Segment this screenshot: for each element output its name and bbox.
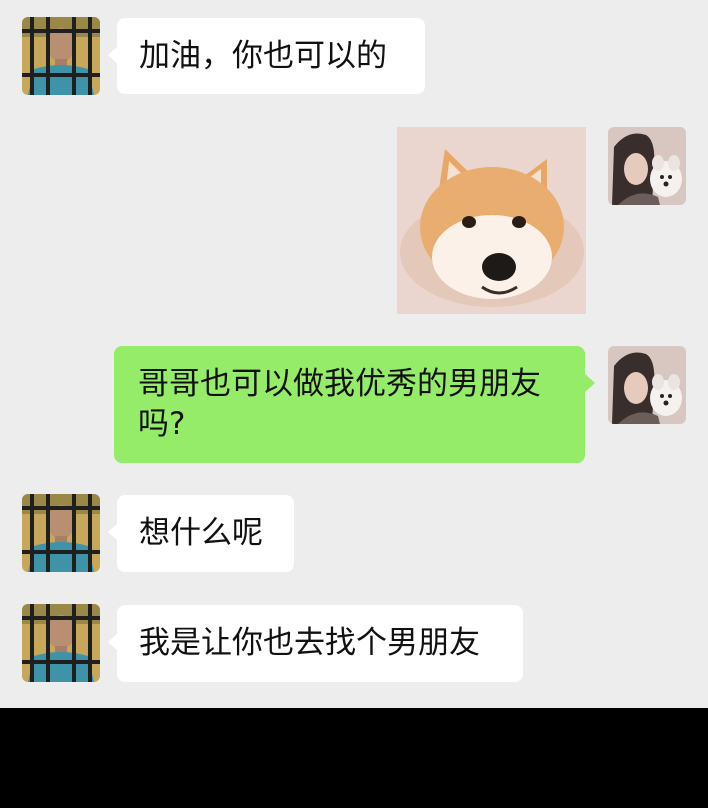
prison-man-avatar-image <box>22 17 100 95</box>
prison-man-avatar[interactable] <box>22 17 100 95</box>
prison-man-avatar[interactable] <box>22 494 100 572</box>
girl-with-dog-avatar-image <box>608 346 686 424</box>
message-bubble[interactable]: 哥哥也可以做我优秀的男朋友吗? <box>114 346 595 463</box>
shiba-inu-sticker-image <box>397 127 586 314</box>
message-text: 哥哥也可以做我优秀的男朋友吗? <box>138 366 541 442</box>
girl-with-dog-avatar[interactable] <box>608 346 686 424</box>
message-bubble[interactable]: 想什么呢 <box>108 495 294 572</box>
message-text: 想什么呢 <box>139 515 263 551</box>
girl-with-dog-avatar-image <box>608 127 686 205</box>
shiba-inu-sticker[interactable] <box>397 127 586 314</box>
girl-with-dog-avatar[interactable] <box>608 127 686 205</box>
prison-man-avatar[interactable] <box>22 604 100 682</box>
message-text: 加油，你也可以的 <box>139 38 387 74</box>
chat-area: 加油，你也可以的 哥哥也可以做我优秀的男朋友吗? 想什么呢 我是让你也去找个男朋… <box>0 0 708 708</box>
prison-man-avatar-image <box>22 494 100 572</box>
message-bubble[interactable]: 加油，你也可以的 <box>108 18 425 94</box>
message-text: 我是让你也去找个男朋友 <box>139 625 480 661</box>
prison-man-avatar-image <box>22 604 100 682</box>
bottom-bar <box>0 708 708 808</box>
message-bubble[interactable]: 我是让你也去找个男朋友 <box>108 605 523 682</box>
